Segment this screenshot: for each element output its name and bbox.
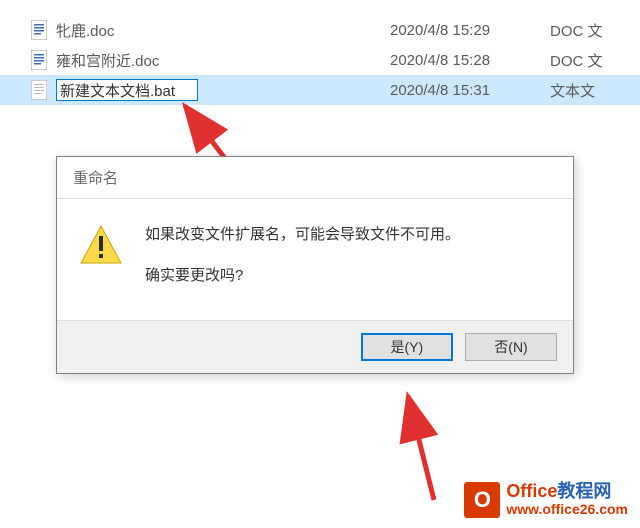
no-button[interactable]: 否(N) bbox=[465, 333, 557, 361]
dialog-title: 重命名 bbox=[57, 157, 573, 199]
file-type: 文本文 bbox=[550, 80, 595, 101]
rename-input[interactable] bbox=[56, 79, 198, 101]
file-row[interactable]: 牝鹿.doc 2020/4/8 15:29 DOC 文 bbox=[0, 15, 640, 45]
file-date: 2020/4/8 15:31 bbox=[390, 82, 550, 99]
watermark-url: www.office26.com bbox=[506, 502, 628, 517]
rename-dialog: 重命名 如果改变文件扩展名，可能会导致文件不可用。 确实要更改吗? 是(Y) 否… bbox=[56, 156, 574, 374]
file-type: DOC 文 bbox=[550, 20, 603, 41]
file-row[interactable]: 2020/4/8 15:31 文本文 bbox=[0, 75, 640, 105]
text-file-icon bbox=[30, 79, 48, 101]
dialog-message: 如果改变文件扩展名，可能会导致文件不可用。 确实要更改吗? bbox=[145, 221, 460, 302]
file-type: DOC 文 bbox=[550, 50, 603, 71]
office-logo-icon: O bbox=[464, 482, 500, 518]
watermark-title: Office教程网 bbox=[506, 482, 628, 502]
annotation-arrow-icon bbox=[394, 390, 454, 510]
watermark: O Office教程网 www.office26.com bbox=[464, 482, 628, 518]
yes-button[interactable]: 是(Y) bbox=[361, 333, 453, 361]
file-row[interactable]: 雍和宫附近.doc 2020/4/8 15:28 DOC 文 bbox=[0, 45, 640, 75]
file-date: 2020/4/8 15:29 bbox=[390, 22, 550, 39]
file-date: 2020/4/8 15:28 bbox=[390, 52, 550, 69]
warning-icon bbox=[79, 223, 123, 267]
dialog-line1: 如果改变文件扩展名，可能会导致文件不可用。 bbox=[145, 221, 460, 250]
file-list: 牝鹿.doc 2020/4/8 15:29 DOC 文 雍和宫附近.doc 20… bbox=[0, 0, 640, 105]
doc-file-icon bbox=[30, 49, 48, 71]
file-name: 牝鹿.doc bbox=[56, 20, 114, 41]
doc-file-icon bbox=[30, 19, 48, 41]
dialog-line2: 确实要更改吗? bbox=[145, 262, 460, 291]
file-name: 雍和宫附近.doc bbox=[56, 50, 159, 71]
